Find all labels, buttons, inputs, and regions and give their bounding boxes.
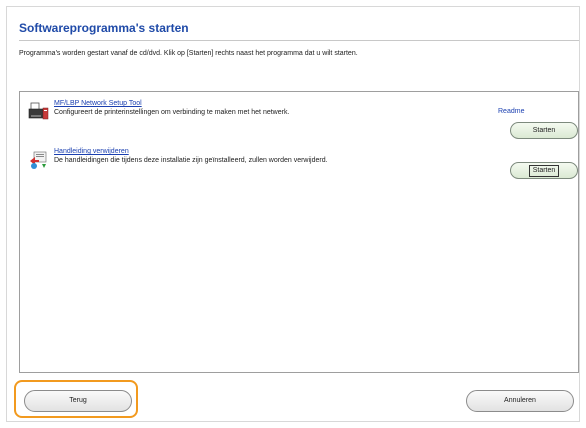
program-item-network-setup-tool: MF/LBP Network Setup Tool Configureert d… [26,100,578,140]
program-description: De handleidingen die tijdens deze instal… [54,157,328,164]
readme-link[interactable]: Readme [498,108,524,115]
program-name-link[interactable]: MF/LBP Network Setup Tool [54,100,142,107]
cancel-button[interactable]: Annuleren [466,390,574,412]
dialog-window: Softwareprogramma's starten Programma's … [6,6,580,422]
printer-icon [28,102,49,120]
dialog-title: Softwareprogramma's starten [19,21,189,35]
uninstall-icon [30,151,47,169]
back-button[interactable]: Terug [24,390,132,412]
program-item-uninstall-manual: Handleiding verwijderen De handleidingen… [26,148,578,188]
program-description: Configureert de printerinstellingen om v… [54,109,290,116]
start-button-label: Starten [528,165,560,177]
program-name-link[interactable]: Handleiding verwijderen [54,148,129,155]
start-button-uninstall-manual[interactable]: Starten [510,162,578,179]
program-list: MF/LBP Network Setup Tool Configureert d… [19,91,579,373]
start-button-label: Starten [532,127,556,134]
title-divider [19,40,579,41]
start-button-network-setup-tool[interactable]: Starten [510,122,578,139]
dialog-description: Programma's worden gestart vanaf de cd/d… [19,50,358,57]
